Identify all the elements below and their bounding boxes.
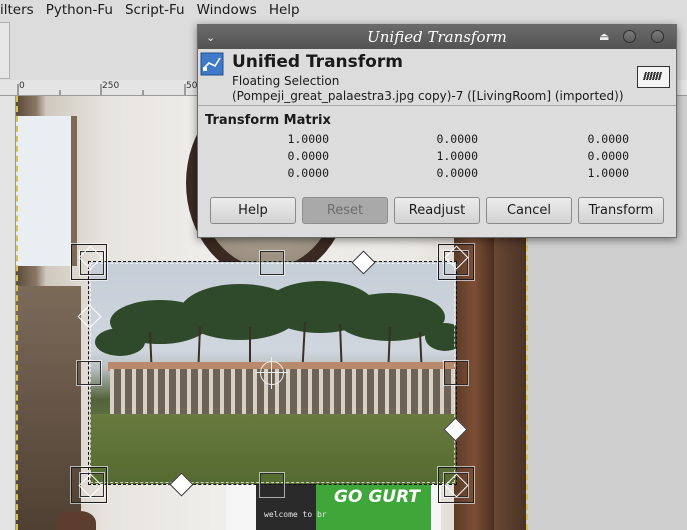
- reset-button[interactable]: Reset: [302, 197, 388, 224]
- eject-icon[interactable]: ⏏: [599, 30, 609, 43]
- menu-windows[interactable]: Windows: [191, 0, 263, 20]
- readjust-button[interactable]: Readjust: [394, 197, 480, 224]
- matrix-cell: 0.0000: [587, 149, 629, 163]
- unified-transform-icon: [200, 52, 224, 76]
- tool-name: Unified Transform: [232, 52, 403, 72]
- stretch-handle-bottom[interactable]: [260, 473, 284, 497]
- vertical-ruler[interactable]: [0, 96, 16, 530]
- room-pot: [56, 511, 96, 530]
- menu-python-fu[interactable]: Python-Fu: [40, 0, 119, 20]
- matrix-cell: 0.0000: [287, 166, 329, 180]
- poster-brand: GO GURT: [334, 487, 421, 507]
- cancel-button[interactable]: Cancel: [486, 197, 572, 224]
- layer-info: (Pompeji_great_palaestra3.jpg copy)-7 ([…: [232, 89, 624, 103]
- pivot-handle[interactable]: [256, 357, 288, 389]
- matrix-cell: 1.0000: [287, 132, 329, 146]
- help-button[interactable]: Help: [210, 197, 296, 224]
- stretch-handle-right[interactable]: [444, 361, 468, 385]
- dialog-titlebar[interactable]: ⌄ Unified Transform ⏏: [198, 25, 676, 49]
- poster-tagline: welcome to br: [264, 510, 327, 519]
- transform-button[interactable]: Transform: [578, 197, 664, 224]
- header-separator: [198, 105, 676, 106]
- dock-tab[interactable]: [0, 22, 10, 79]
- matrix-cell: 0.0000: [436, 166, 478, 180]
- matrix-cell: 0.0000: [287, 149, 329, 163]
- unified-transform-dialog: ⌄ Unified Transform ⏏ Unified Transform …: [197, 24, 677, 238]
- room-window: [16, 116, 77, 266]
- stretch-handle-left[interactable]: [77, 361, 101, 385]
- matrix-cell: 1.0000: [587, 166, 629, 180]
- menu-filters[interactable]: ilters: [0, 0, 40, 20]
- matrix-cell: 1.0000: [436, 149, 478, 163]
- matrix-cell: 0.0000: [587, 132, 629, 146]
- menubar: ilters Python-Fu Script-Fu Windows Help: [0, 0, 687, 20]
- layer-type: Floating Selection: [232, 74, 340, 88]
- menu-script-fu[interactable]: Script-Fu: [119, 0, 191, 20]
- matrix-label: Transform Matrix: [205, 113, 331, 128]
- poster: GO GURT welcome to br: [226, 484, 441, 530]
- minimize-button[interactable]: [623, 30, 636, 43]
- close-button[interactable]: [651, 30, 664, 43]
- stretch-handle-top[interactable]: [260, 251, 284, 275]
- keyboard-icon[interactable]: [637, 66, 670, 88]
- matrix-cell: 0.0000: [436, 132, 478, 146]
- menu-help[interactable]: Help: [263, 0, 306, 20]
- layer-boundary-left: [16, 96, 19, 530]
